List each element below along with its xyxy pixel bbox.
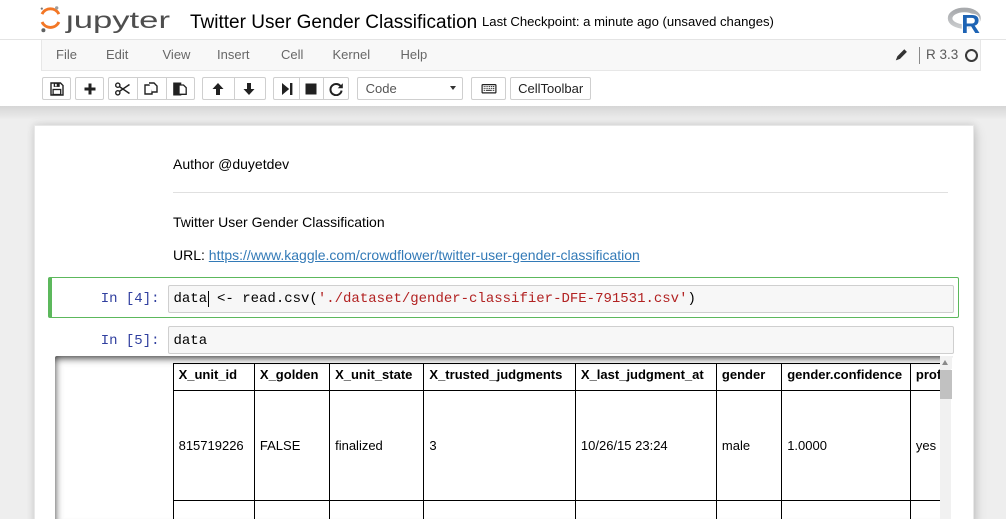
svg-text:jupyter: jupyter (65, 7, 171, 33)
svg-text:R: R (961, 9, 980, 34)
